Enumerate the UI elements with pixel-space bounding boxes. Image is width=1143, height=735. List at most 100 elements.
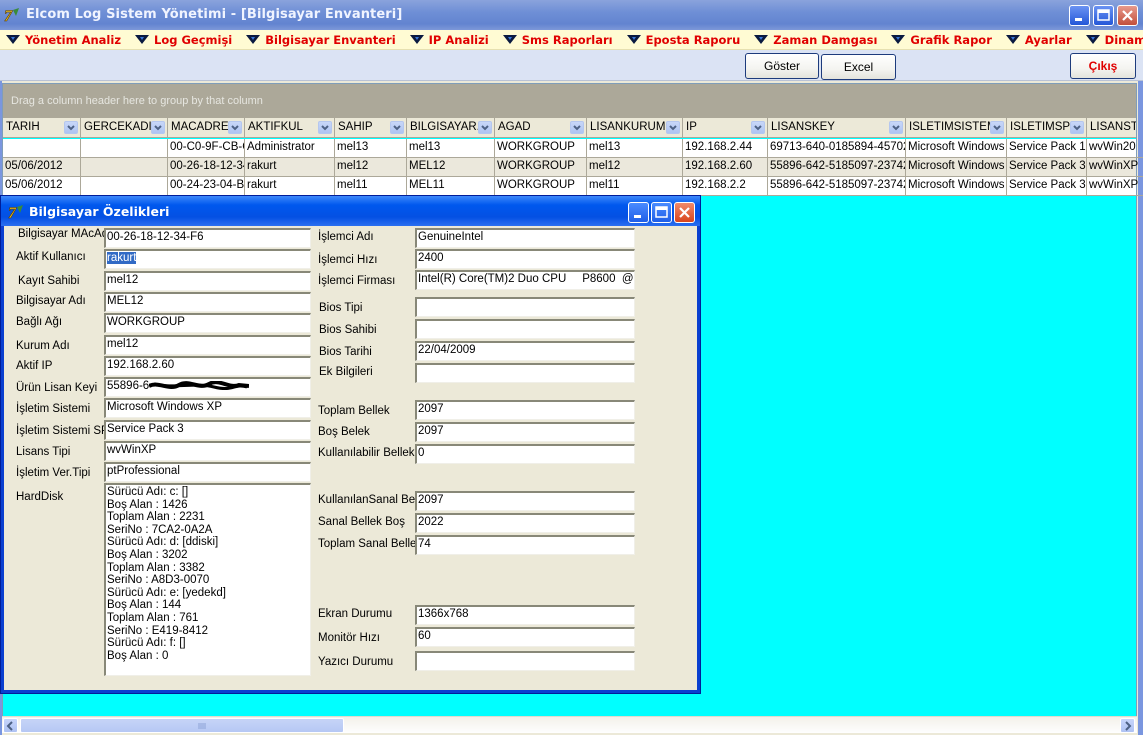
table-cell[interactable]: Service Pack 3 [1007, 177, 1087, 196]
column-header[interactable]: LISANSKEY [768, 118, 906, 137]
table-cell[interactable] [81, 158, 168, 177]
table-cell[interactable]: 69713-640-0185894-45702 [768, 139, 906, 158]
menu-item[interactable]: Log Geçmişi [135, 30, 232, 49]
table-cell[interactable]: mel12 [587, 158, 683, 177]
menu-item[interactable]: Bilgisayar Envanteri [246, 30, 396, 49]
table-cell[interactable]: WORKGROUP [495, 158, 587, 177]
table-cell[interactable]: mel13 [407, 139, 495, 158]
menu-item[interactable]: Grafik Rapor [891, 30, 992, 49]
menu-item[interactable]: Dinamik [1085, 30, 1143, 49]
table-cell[interactable] [81, 139, 168, 158]
column-filter-dropdown-button[interactable] [151, 121, 165, 134]
column-filter-dropdown-button[interactable] [1070, 121, 1084, 134]
excel-button[interactable]: Excel [821, 54, 896, 80]
exit-button[interactable]: Çıkış [1070, 53, 1136, 79]
field-input[interactable]: mel12 [104, 271, 311, 291]
field-input[interactable]: 0 [415, 444, 635, 464]
field-input[interactable]: 00-26-18-12-34-F6 [104, 228, 311, 248]
column-header[interactable]: ISLETIMSP [1007, 118, 1087, 137]
table-row[interactable]: 00-C0-9F-CB-CIAdministratormel13mel13WOR… [3, 139, 1143, 158]
table-cell[interactable]: Service Pack 1 [1007, 139, 1087, 158]
column-header[interactable]: ISLETIMSISTEM [906, 118, 1007, 137]
column-header[interactable]: IP [683, 118, 768, 137]
field-input[interactable]: 2097 [415, 400, 635, 420]
table-cell[interactable] [81, 177, 168, 196]
column-header[interactable]: SAHIP [335, 118, 407, 137]
column-filter-dropdown-button[interactable] [751, 121, 765, 134]
column-header[interactable]: BILGISAYAR. [407, 118, 495, 137]
table-cell[interactable]: rakurt [245, 177, 335, 196]
field-input[interactable] [415, 363, 635, 383]
field-input[interactable]: 2097 [415, 491, 635, 511]
table-cell[interactable]: mel12 [335, 158, 407, 177]
table-cell[interactable]: mel11 [587, 177, 683, 196]
column-filter-dropdown-button[interactable] [570, 121, 584, 134]
field-input[interactable] [415, 651, 635, 671]
field-input[interactable]: 2097 [415, 422, 635, 442]
table-cell[interactable]: 00-24-23-04-BC [168, 177, 245, 196]
dialog-maximize-button[interactable] [651, 202, 672, 223]
field-input[interactable]: 74 [415, 535, 635, 555]
menu-item[interactable]: Yönetim Analiz [6, 30, 121, 49]
title-bar[interactable]: 7 Elcom Log Sistem Yönetimi - [Bilgisaya… [0, 0, 1143, 30]
minimize-button[interactable] [1069, 5, 1090, 26]
column-filter-dropdown-button[interactable] [318, 121, 332, 134]
column-filter-dropdown-button[interactable] [390, 121, 404, 134]
table-cell[interactable]: WORKGROUP [495, 139, 587, 158]
column-filter-dropdown-button[interactable] [228, 121, 242, 134]
field-input[interactable]: Microsoft Windows XP [104, 398, 311, 418]
field-input[interactable]: 2400 [415, 249, 635, 269]
table-cell[interactable]: 05/06/2012 [3, 177, 81, 196]
dialog-title-bar[interactable]: 7 Bilgisayar Özelikleri [1, 196, 700, 226]
table-cell[interactable]: 00-C0-9F-CB-CI [168, 139, 245, 158]
table-cell[interactable]: Service Pack 3 [1007, 158, 1087, 177]
harddisk-memo[interactable]: Sürücü Adı: c: [] Boş Alan : 1426 Toplam A… [104, 483, 311, 676]
column-filter-dropdown-button[interactable] [889, 121, 903, 134]
table-cell[interactable]: MEL11 [407, 177, 495, 196]
horizontal-scrollbar[interactable] [2, 716, 1137, 733]
table-cell[interactable]: rakurt [245, 158, 335, 177]
column-header[interactable]: AGAD [495, 118, 587, 137]
table-row[interactable]: 05/06/2012 00-24-23-04-BC rakurt mel11 MEL11… [3, 177, 1143, 196]
column-filter-dropdown-button[interactable] [666, 121, 680, 134]
table-row[interactable]: 05/06/2012 00-26-18-12-34 rakurt mel12 MEL12… [3, 158, 1143, 177]
table-cell[interactable]: 192.168.2.2 [683, 177, 768, 196]
menu-item[interactable]: Ayarlar [1005, 30, 1072, 49]
table-cell[interactable]: 192.168.2.60 [683, 158, 768, 177]
table-cell[interactable]: 05/06/2012 [3, 158, 81, 177]
table-cell[interactable]: mel13 [587, 139, 683, 158]
table-cell[interactable]: wvWinXP [1087, 177, 1143, 196]
column-header[interactable]: TARIH [3, 118, 81, 137]
table-cell[interactable]: 192.168.2.44 [683, 139, 768, 158]
field-input[interactable]: Intel(R) Core(TM)2 Duo CPU P8600 @ 2. [415, 270, 635, 290]
column-filter-dropdown-button[interactable] [990, 121, 1004, 134]
field-input[interactable]: ptProfessional [104, 462, 311, 482]
scrollbar-thumb[interactable] [20, 718, 344, 733]
table-cell[interactable]: Microsoft Windows X [906, 177, 1007, 196]
field-input[interactable]: Service Pack 3 [104, 420, 311, 440]
table-cell[interactable]: WORKGROUP [495, 177, 587, 196]
column-header[interactable]: LISANKURUM [587, 118, 683, 137]
menu-item[interactable]: Sms Raporları [502, 30, 613, 49]
table-cell[interactable]: MEL12 [407, 158, 495, 177]
maximize-button[interactable] [1093, 5, 1114, 26]
field-input[interactable] [415, 297, 635, 317]
field-input[interactable]: 22/04/2009 [415, 341, 635, 361]
field-input[interactable]: WORKGROUP [104, 313, 311, 333]
menu-item[interactable]: IP Analizi [409, 30, 489, 49]
table-cell[interactable]: Microsoft Windows S [906, 139, 1007, 158]
field-input[interactable]: 192.168.2.60 [104, 356, 311, 376]
field-input[interactable]: MEL12 [104, 292, 311, 312]
menu-item[interactable]: Zaman Damgası [754, 30, 877, 49]
table-cell[interactable]: 55896-642-5185097-23742 [768, 158, 906, 177]
table-cell[interactable]: 55896-642-5185097-23742 [768, 177, 906, 196]
table-cell[interactable]: wvWin20 [1087, 139, 1143, 158]
scroll-right-button[interactable] [1120, 718, 1135, 733]
table-cell[interactable]: 00-26-18-12-34 [168, 158, 245, 177]
field-input[interactable] [415, 319, 635, 339]
field-input[interactable]: 1366x768 [415, 605, 635, 625]
dialog-minimize-button[interactable] [628, 202, 649, 223]
field-input[interactable]: rakurt [104, 249, 311, 269]
column-header[interactable]: AKTIFKUL [245, 118, 335, 137]
column-filter-dropdown-button[interactable] [478, 121, 492, 134]
